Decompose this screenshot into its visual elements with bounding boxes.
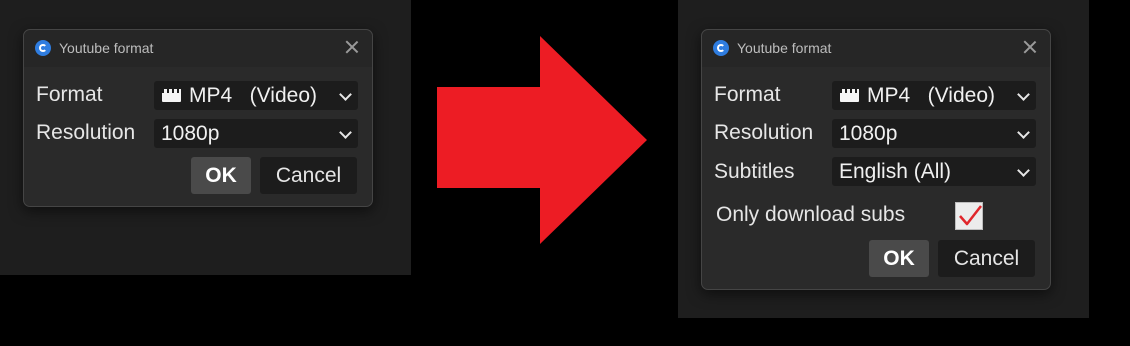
- chevron-down-icon: [1017, 88, 1030, 101]
- ok-button[interactable]: OK: [869, 240, 929, 277]
- dialog-title: Youtube format: [737, 40, 832, 56]
- ok-button[interactable]: OK: [191, 157, 251, 194]
- close-icon[interactable]: [344, 39, 360, 55]
- close-icon[interactable]: [1022, 39, 1038, 55]
- app-logo-icon: [713, 40, 729, 56]
- only-download-subs-checkbox[interactable]: [955, 202, 983, 230]
- subtitles-label: Subtitles: [714, 160, 795, 183]
- format-select-value: MP4 (Video): [867, 84, 995, 107]
- right-arrow-icon: [437, 36, 647, 244]
- format-select[interactable]: MP4 (Video): [154, 81, 358, 110]
- format-label: Format: [36, 83, 103, 106]
- dialog-title: Youtube format: [59, 40, 154, 56]
- resolution-select-value: 1080p: [839, 122, 898, 145]
- youtube-format-dialog-after: Youtube format Format MP4 (Video) Resolu…: [701, 29, 1051, 290]
- resolution-label: Resolution: [36, 121, 136, 144]
- app-logo-icon: [35, 40, 51, 56]
- subtitles-select[interactable]: English (All): [832, 157, 1036, 186]
- cancel-button[interactable]: Cancel: [260, 157, 357, 194]
- format-select-value: MP4 (Video): [189, 84, 317, 107]
- subtitles-select-value: English (All): [839, 160, 952, 183]
- film-clapper-icon: [840, 89, 859, 102]
- dialog-titlebar: Youtube format: [24, 30, 372, 67]
- only-download-subs-label: Only download subs: [716, 203, 906, 226]
- resolution-select[interactable]: 1080p: [154, 119, 358, 148]
- resolution-select-value: 1080p: [161, 122, 220, 145]
- youtube-format-dialog-before: Youtube format Format MP4 (Video) Resolu…: [23, 29, 373, 207]
- chevron-down-icon: [339, 126, 352, 139]
- chevron-down-icon: [1017, 164, 1030, 177]
- check-icon: [959, 205, 982, 226]
- dialog-titlebar: Youtube format: [702, 30, 1050, 67]
- chevron-down-icon: [339, 88, 352, 101]
- format-label: Format: [714, 83, 781, 106]
- resolution-select[interactable]: 1080p: [832, 119, 1036, 148]
- film-clapper-icon: [162, 89, 181, 102]
- format-select[interactable]: MP4 (Video): [832, 81, 1036, 110]
- resolution-label: Resolution: [714, 121, 814, 144]
- cancel-button[interactable]: Cancel: [938, 240, 1035, 277]
- chevron-down-icon: [1017, 126, 1030, 139]
